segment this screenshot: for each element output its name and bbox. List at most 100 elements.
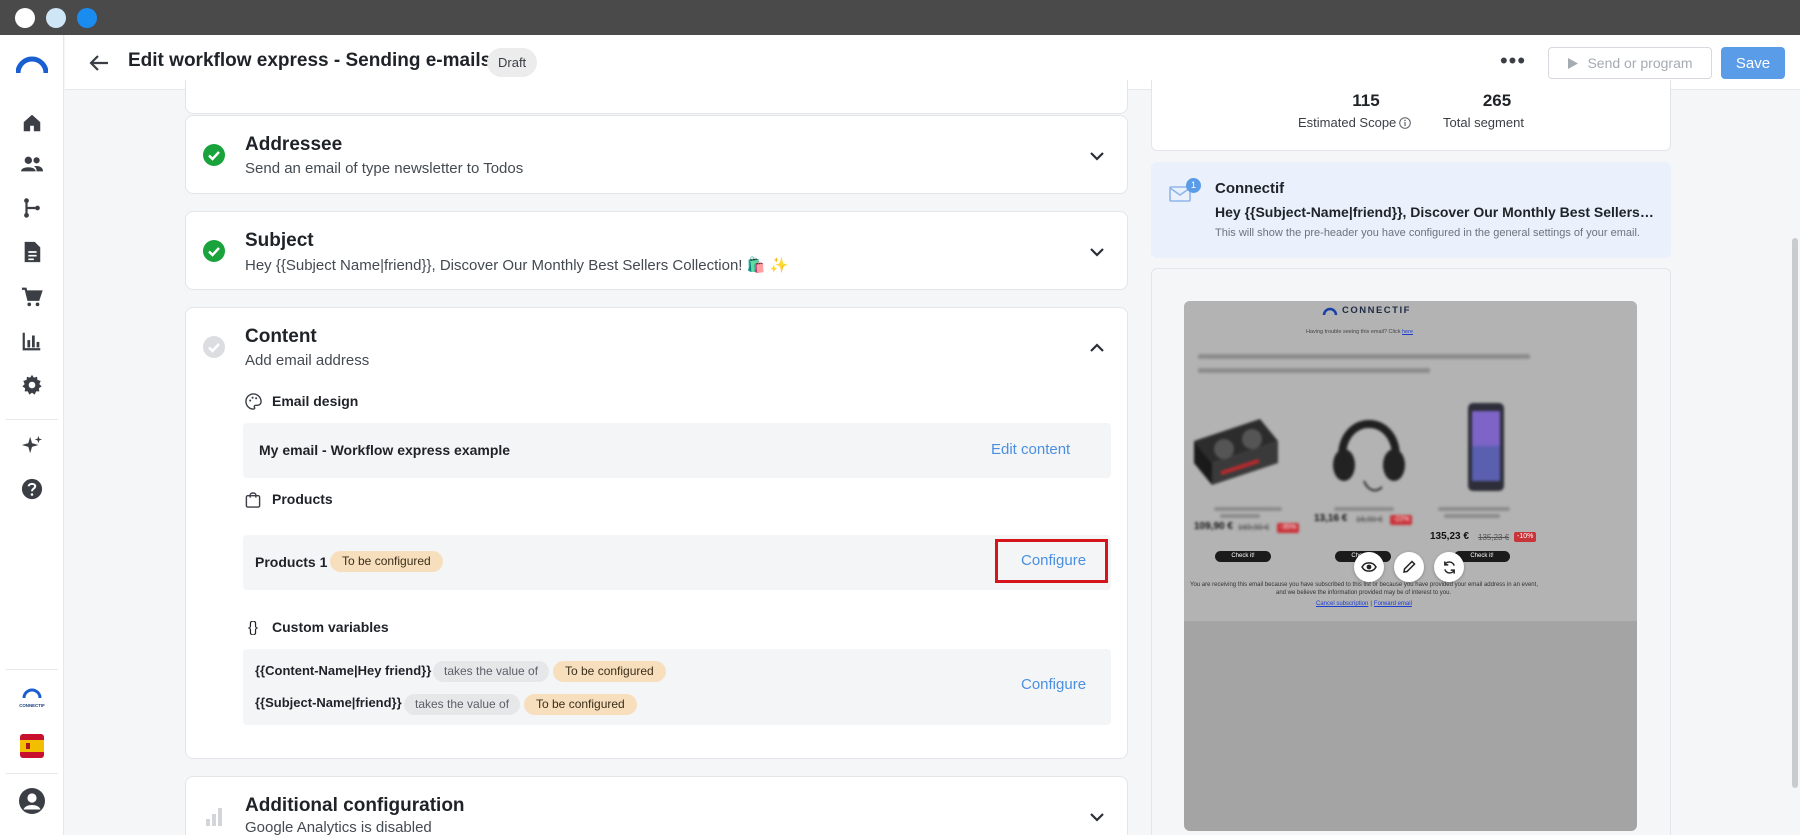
shopping-bag-icon xyxy=(244,490,262,508)
email-trouble-line: Having trouble seeing this email? Click … xyxy=(1306,329,1413,335)
previous-step-card xyxy=(185,80,1128,114)
app-logo-icon[interactable] xyxy=(16,55,48,75)
custom-variables-section: {} Custom variables xyxy=(244,618,389,636)
email-subject-preview: Hey {{Subject-Name|friend}}, Discover Ou… xyxy=(1215,204,1655,220)
custom-variables-row: {{Content-Name|Hey friend}} takes the va… xyxy=(243,649,1111,725)
additional-configuration-step-card[interactable]: Additional configuration Google Analytic… xyxy=(185,776,1128,835)
email-count-badge: 1 xyxy=(1186,178,1201,193)
user-icon[interactable] xyxy=(18,787,46,815)
check-circle-icon xyxy=(203,144,225,166)
variable-relation: takes the value of xyxy=(433,661,550,682)
addressee-subtitle: Send an email of type newsletter to Todo… xyxy=(245,160,524,177)
product-discount-badge: -22% xyxy=(1390,515,1413,525)
cart-icon[interactable] xyxy=(18,283,46,311)
help-icon[interactable] xyxy=(18,475,46,503)
additional-title: Additional configuration xyxy=(245,795,465,816)
variable-status-pill: To be configured xyxy=(553,661,666,682)
cancel-subscription-link[interactable]: Cancel subscription xyxy=(1316,601,1368,607)
product-old-price: 169,90 € xyxy=(1238,523,1270,532)
products-status-pill: To be configured xyxy=(330,551,443,572)
product-price: 135,23 € xyxy=(1430,531,1469,542)
status-badge: Draft xyxy=(487,48,538,77)
forward-email-link[interactable]: Forward email xyxy=(1374,601,1412,607)
variable-name: {{Subject-Name|friend}} xyxy=(255,695,402,710)
content-subtitle: Add email address xyxy=(245,352,370,369)
eye-icon[interactable] xyxy=(1354,552,1384,582)
footer-separator: | xyxy=(1370,601,1372,607)
signal-bars-icon xyxy=(206,808,222,826)
products-item-name: Products 1 xyxy=(255,554,328,570)
sparkle-icon[interactable] xyxy=(18,431,46,459)
products-label: Products xyxy=(272,491,333,507)
email-footer-line: and we believe the information provided … xyxy=(1276,590,1452,596)
email-brand-name: CONNECTIF xyxy=(1342,305,1411,316)
estimated-scope-label-group: Estimated Scope xyxy=(1298,115,1412,130)
workflow-icon[interactable] xyxy=(18,194,46,222)
send-or-program-button[interactable]: Send or program xyxy=(1548,47,1712,79)
more-options-button[interactable]: ••• xyxy=(1498,49,1528,77)
organization-logo[interactable]: CONNECTIF xyxy=(14,685,50,713)
product-discount-badge: -35% xyxy=(1277,523,1300,533)
product-image xyxy=(1468,403,1504,491)
language-flag-icon[interactable] xyxy=(20,734,44,758)
configure-highlight-box xyxy=(995,539,1108,583)
custom-variables-label: Custom variables xyxy=(272,619,389,635)
document-icon[interactable] xyxy=(18,238,46,266)
total-segment-label: Total segment xyxy=(1443,115,1524,130)
pencil-icon[interactable] xyxy=(1394,552,1424,582)
home-icon[interactable] xyxy=(18,109,46,137)
email-design-row: My email - Workflow express example Edit… xyxy=(243,423,1111,478)
content-step-card: Content Add email address Email design M… xyxy=(185,307,1128,759)
window-title-bar xyxy=(0,0,1800,35)
page-scrollbar[interactable] xyxy=(1792,238,1798,788)
edit-content-link[interactable]: Edit content xyxy=(991,441,1070,458)
window-close-dot[interactable] xyxy=(15,7,35,28)
window-maximize-dot[interactable] xyxy=(77,7,97,28)
check-circle-pending-icon xyxy=(203,336,225,358)
save-button[interactable]: Save xyxy=(1721,47,1785,79)
email-design-section: Email design xyxy=(244,392,358,410)
left-navigation-rail: CONNECTIF xyxy=(0,35,64,835)
check-circle-icon xyxy=(203,240,225,262)
brand-logo-icon xyxy=(1322,307,1338,315)
chevron-down-icon[interactable] xyxy=(1087,242,1107,262)
preheader-hint: This will show the pre-header you have c… xyxy=(1215,227,1640,239)
configure-variables-link[interactable]: Configure xyxy=(1021,676,1086,693)
chevron-down-icon[interactable] xyxy=(1087,807,1107,827)
check-it-button[interactable]: Check it! xyxy=(1215,551,1271,562)
email-footer-links: Cancel subscription | Forward email xyxy=(1316,601,1412,607)
estimated-scope-value: 115 xyxy=(1352,91,1380,110)
email-design-name: My email - Workflow express example xyxy=(259,442,511,458)
play-icon xyxy=(1568,57,1579,69)
info-icon[interactable] xyxy=(1399,116,1412,129)
product-price: 109,90 € xyxy=(1194,521,1233,532)
email-footer-line: You are receiving this email because you… xyxy=(1190,582,1538,588)
variable-status-pill: To be configured xyxy=(524,694,637,715)
window-minimize-dot[interactable] xyxy=(46,7,66,28)
product-old-price: 16,90 € xyxy=(1356,515,1383,524)
product-discount-badge: -10% xyxy=(1514,532,1537,542)
email-sender-card: 1 Connectif Hey {{Subject-Name|friend}},… xyxy=(1151,162,1671,258)
trouble-link[interactable]: here xyxy=(1402,329,1413,335)
people-icon[interactable] xyxy=(18,150,46,178)
palette-icon xyxy=(244,392,262,410)
product-price: 13,16 € xyxy=(1314,513,1348,524)
back-arrow-icon[interactable] xyxy=(85,49,113,77)
product-image xyxy=(1194,419,1278,485)
send-or-program-label: Send or program xyxy=(1587,55,1693,71)
braces-icon: {} xyxy=(247,618,259,636)
chevron-down-icon[interactable] xyxy=(1087,146,1107,166)
subject-step-card[interactable]: Subject Hey {{Subject Name|friend}}, Dis… xyxy=(185,211,1128,290)
scope-card: 115 Estimated Scope 265 Total segment xyxy=(1151,80,1671,151)
bar-chart-icon[interactable] xyxy=(18,327,46,355)
email-preview-frame[interactable]: CONNECTIF Having trouble seeing this ema… xyxy=(1184,301,1637,831)
addressee-title: Addressee xyxy=(245,134,343,155)
envelope-icon: 1 xyxy=(1169,178,1201,206)
addressee-step-card[interactable]: Addressee Send an email of type newslett… xyxy=(185,115,1128,194)
refresh-icon[interactable] xyxy=(1434,552,1464,582)
variable-name: {{Content-Name|Hey friend}} xyxy=(255,663,432,678)
chevron-up-icon[interactable] xyxy=(1087,338,1107,358)
gear-icon[interactable] xyxy=(18,371,46,399)
variable-relation: takes the value of xyxy=(404,694,521,715)
email-brand: CONNECTIF xyxy=(1322,305,1411,316)
